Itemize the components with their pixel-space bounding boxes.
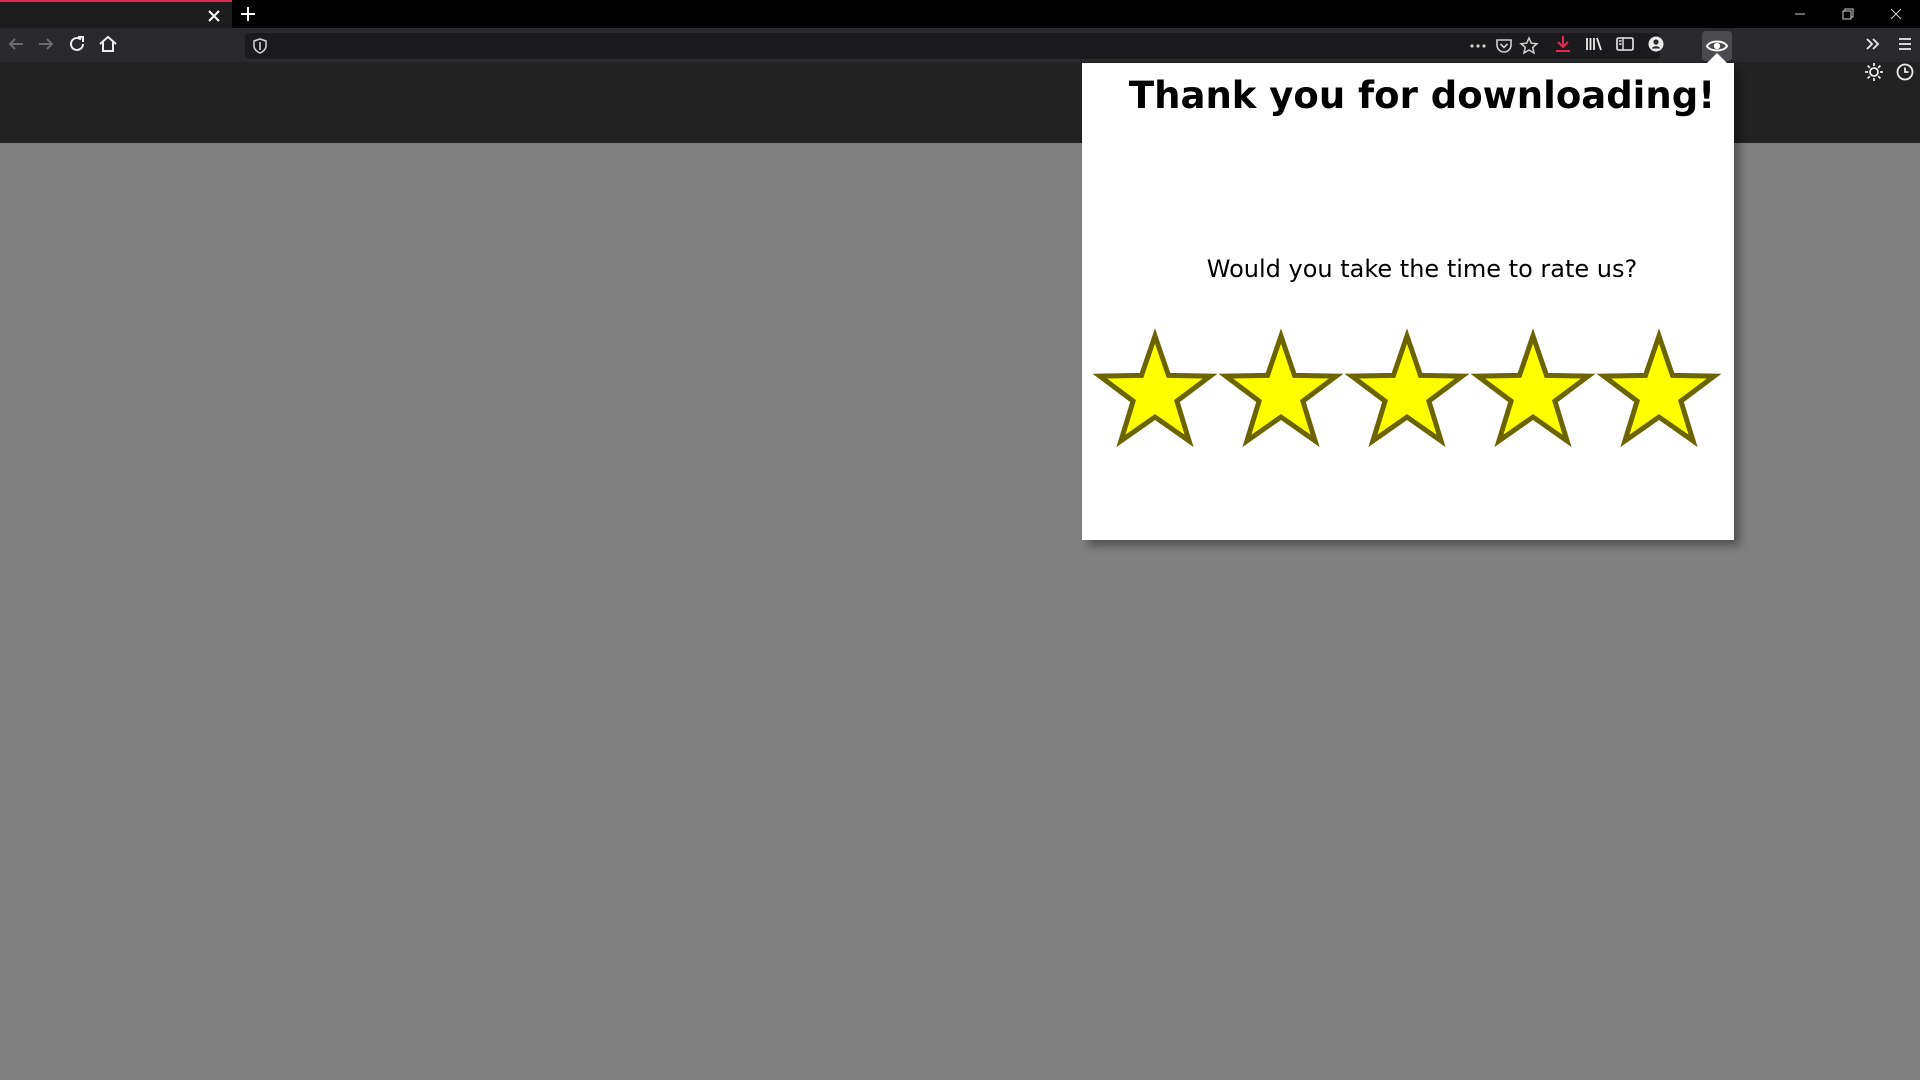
popup-arrow [1707, 53, 1727, 63]
star-rating [1092, 328, 1722, 448]
home-icon[interactable] [96, 32, 120, 56]
rating-star-2[interactable] [1218, 328, 1344, 448]
address-bar[interactable] [245, 33, 1660, 59]
gear-icon[interactable] [1862, 60, 1886, 84]
pocket-icon[interactable] [1494, 36, 1514, 56]
sidebar-icon[interactable] [1613, 32, 1637, 56]
back-arrow-icon[interactable] [4, 32, 28, 56]
account-icon[interactable] [1644, 32, 1668, 56]
close-icon[interactable] [204, 6, 224, 26]
hamburger-menu-icon[interactable] [1893, 32, 1917, 56]
chevrons-right-icon[interactable] [1861, 32, 1885, 56]
rating-question: Would you take the time to rate us? [1206, 255, 1638, 283]
bookmark-star-icon[interactable] [1519, 36, 1539, 56]
rating-star-5[interactable] [1596, 328, 1722, 448]
minimize-icon[interactable] [1790, 4, 1810, 24]
popup-title: Thank you for downloading! [1128, 74, 1716, 117]
shield-icon[interactable] [251, 37, 269, 55]
library-icon[interactable] [1582, 32, 1606, 56]
clock-icon[interactable] [1893, 60, 1917, 84]
tab-strip [0, 0, 1920, 28]
rating-popup: Thank you for downloading! Would you tak… [1082, 63, 1734, 540]
rating-star-1[interactable] [1092, 328, 1218, 448]
plus-icon[interactable] [238, 4, 258, 24]
reload-icon[interactable] [65, 32, 89, 56]
restore-icon[interactable] [1838, 4, 1858, 24]
rating-star-3[interactable] [1344, 328, 1470, 448]
close-icon[interactable] [1886, 4, 1906, 24]
forward-arrow-icon[interactable] [34, 32, 58, 56]
download-arrow-icon[interactable] [1551, 32, 1575, 56]
rating-star-4[interactable] [1470, 328, 1596, 448]
more-dots-icon[interactable] [1468, 36, 1488, 56]
active-tab[interactable] [0, 0, 232, 28]
